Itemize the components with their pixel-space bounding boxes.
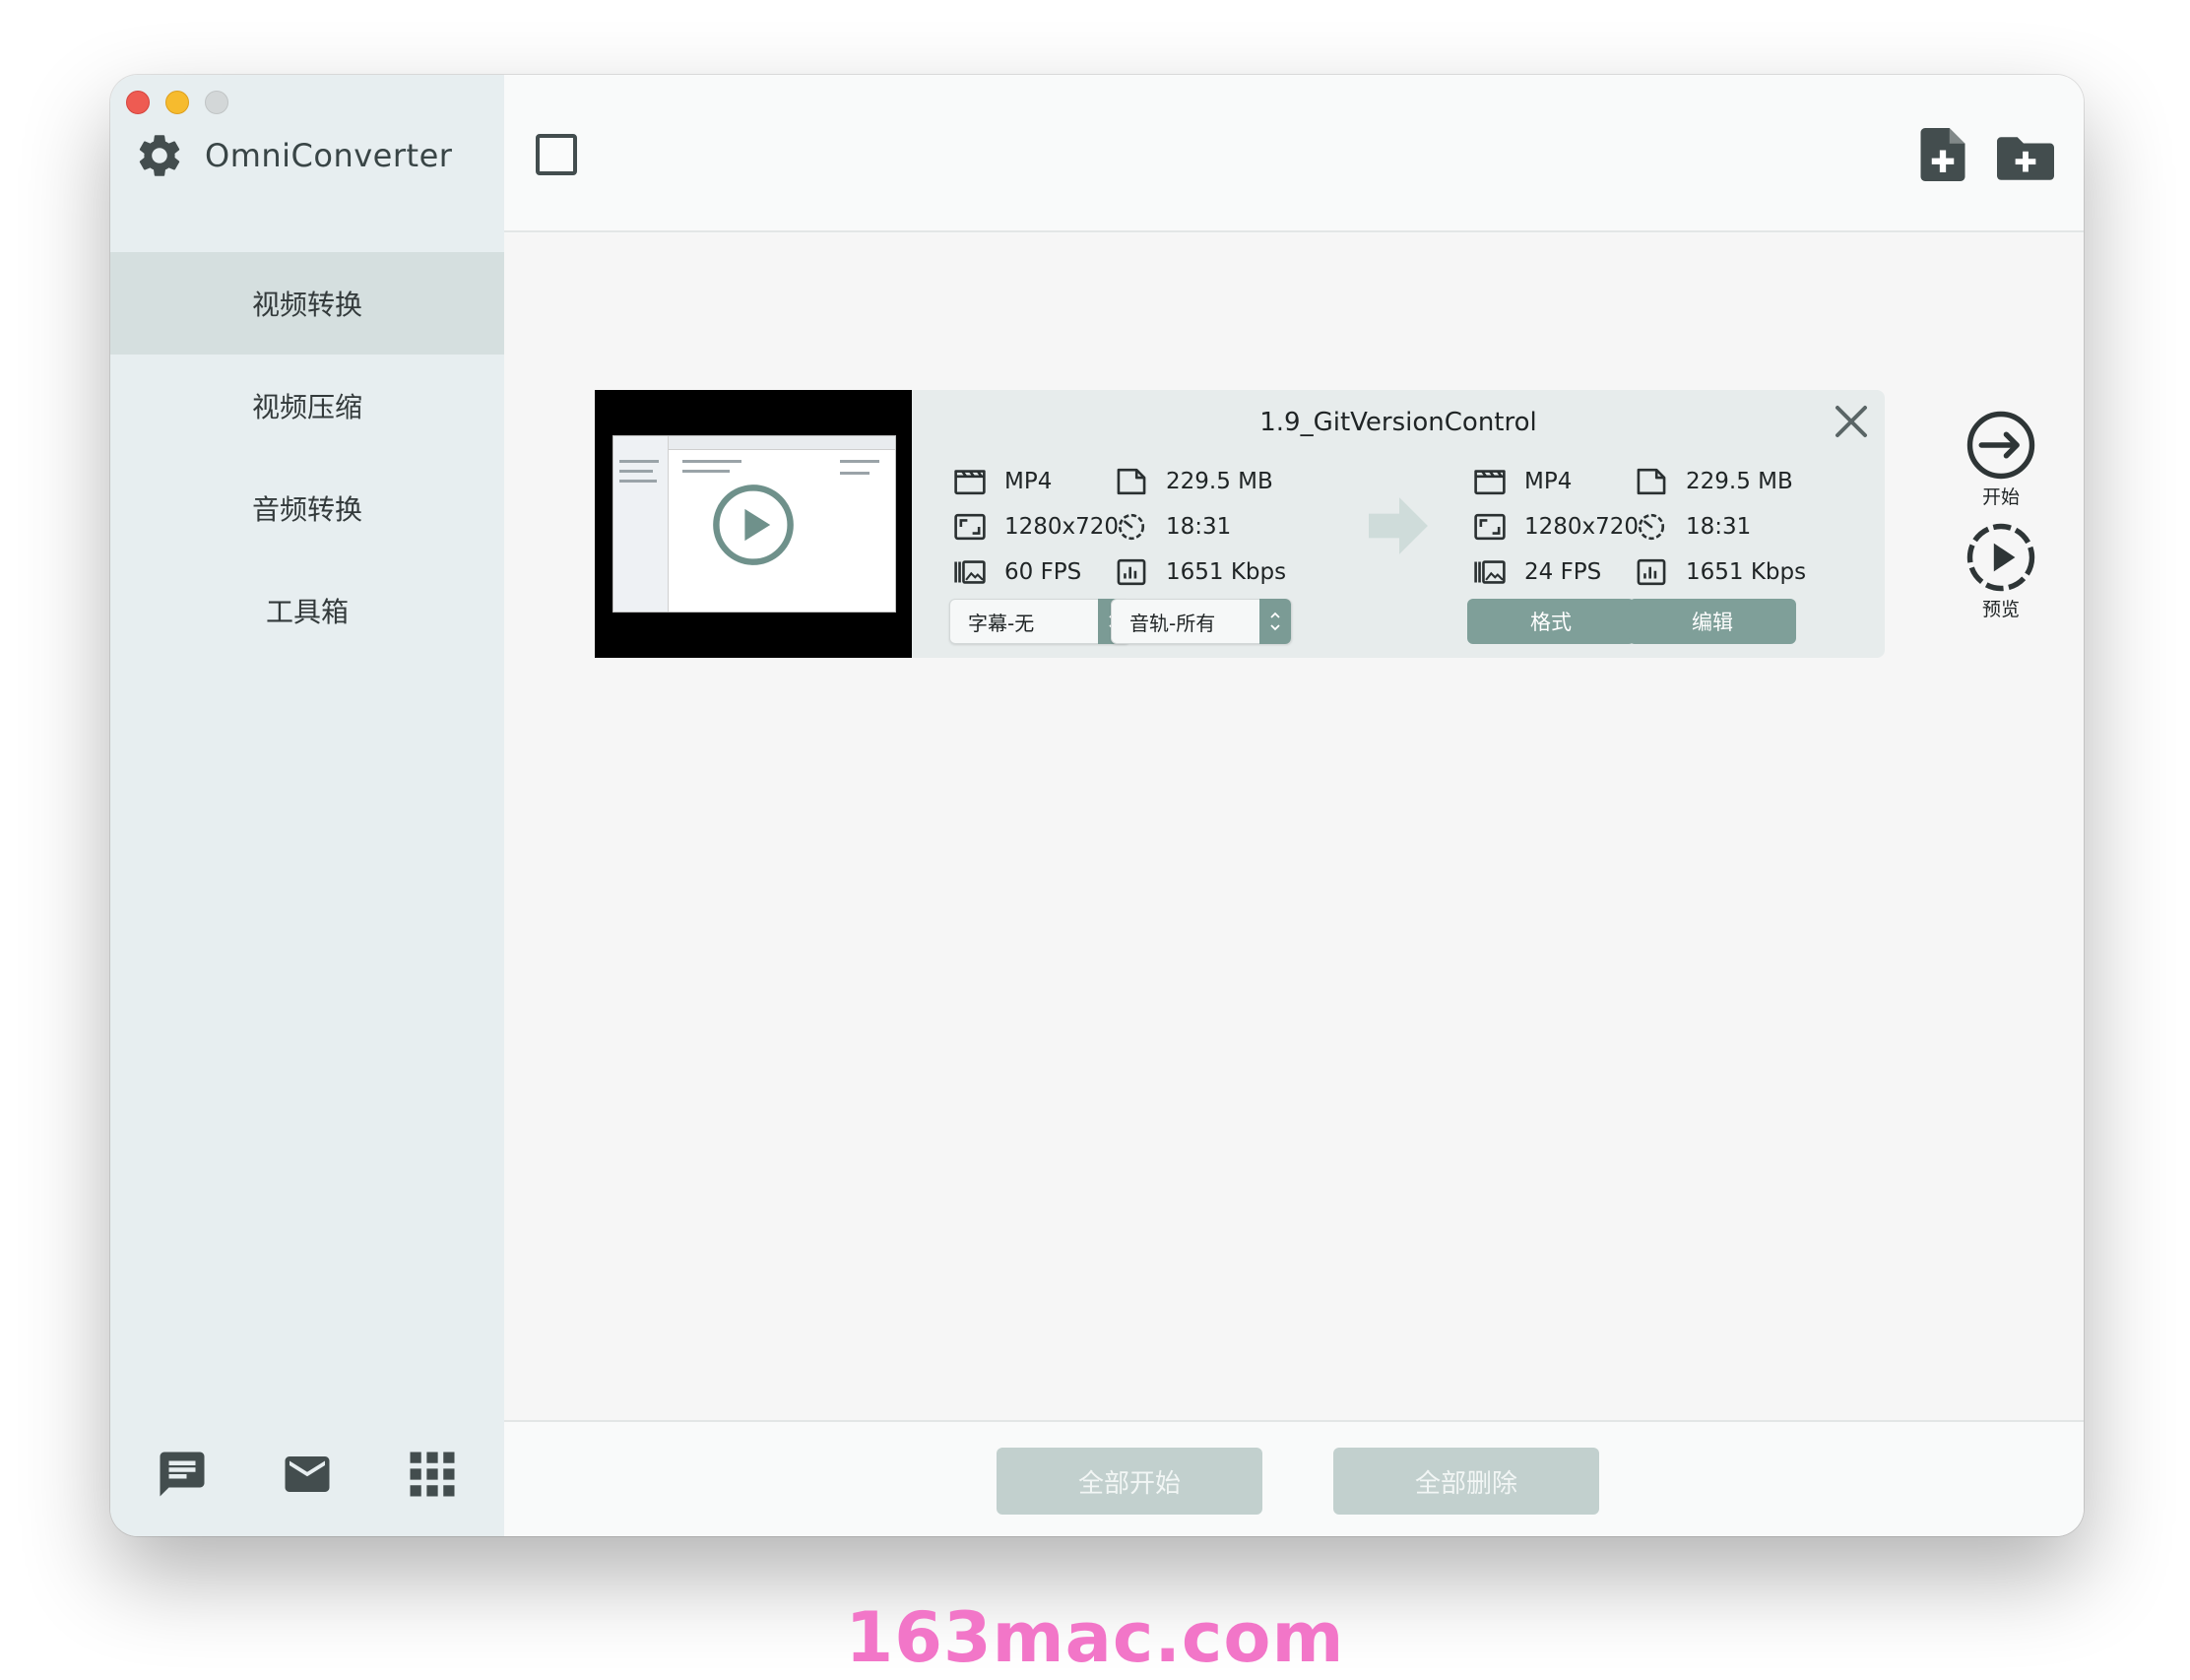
source-size-row: 229.5 MB [1115,459,1286,504]
sidebar-bottom-bar [110,1448,504,1501]
resolution-icon [1474,513,1506,541]
output-resolution-row: 1280x720 [1473,504,1639,549]
mail-icon[interactable] [281,1448,334,1501]
app-window: OmniConverter 视频转换 视频压缩 音频转换 工具箱 1.9_Git… [110,75,2084,1536]
source-size: 229.5 MB [1166,469,1273,494]
source-resolution: 1280x720 [1004,514,1120,540]
app-name: OmniConverter [205,137,453,174]
sidebar-nav: 视频转换 视频压缩 音频转换 工具箱 [110,252,504,662]
start-label: 开始 [1981,486,2020,508]
delete-all-button[interactable]: 全部删除 [1333,1448,1599,1515]
output-info-right: 229.5 MB 18:31 1651 Kbps [1635,459,1806,595]
output-size: 229.5 MB [1686,469,1793,494]
output-format: MP4 [1524,469,1573,494]
close-icon[interactable] [1832,402,1871,441]
sidebar: OmniConverter 视频转换 视频压缩 音频转换 工具箱 [110,75,504,1536]
chevron-updown-icon [1270,612,1280,631]
preview-label: 预览 [1981,599,2020,620]
source-resolution-row: 1280x720 [953,504,1119,549]
frames-icon [1474,560,1506,584]
output-format-row: MP4 [1473,459,1639,504]
add-folder-icon[interactable] [1997,134,2054,181]
grid-icon[interactable] [406,1448,459,1501]
edit-button[interactable]: 编辑 [1629,599,1796,644]
file-size-icon [1637,468,1666,495]
source-fps-row: 60 FPS [953,549,1119,595]
source-duration-row: 18:31 [1115,504,1286,549]
format-button[interactable]: 格式 [1467,599,1635,644]
output-bitrate: 1651 Kbps [1686,559,1807,585]
task-list: 1.9_GitVersionControl MP4 1280x720 60 FP… [504,234,2084,1420]
subtitle-select-value: 字幕-无 [968,611,1035,635]
output-duration-row: 18:31 [1635,504,1806,549]
file-size-icon [1117,468,1146,495]
bitrate-icon [1117,558,1146,586]
toolbar [504,75,2084,232]
bitrate-icon [1637,558,1666,586]
window-controls [126,91,228,114]
watermark-text: 163mac.com [845,1597,1345,1678]
main-panel: 1.9_GitVersionControl MP4 1280x720 60 FP… [504,75,2084,1536]
preview-action[interactable]: 预览 [1962,522,2040,621]
sidebar-item-video-convert[interactable]: 视频转换 [110,252,504,355]
sidebar-item-audio-convert[interactable]: 音频转换 [110,457,504,559]
add-file-icon[interactable] [1920,128,1965,181]
preview-play-icon[interactable] [1965,522,2036,593]
convert-arrow-icon [1369,497,1428,554]
window-minimize-button[interactable] [165,91,189,114]
output-duration: 18:31 [1686,514,1752,540]
source-duration: 18:31 [1166,514,1232,540]
start-action[interactable]: 开始 [1962,410,2040,509]
window-close-button[interactable] [126,91,150,114]
gear-icon[interactable] [134,130,185,181]
subtitle-select[interactable]: 字幕-无 [949,599,1130,644]
audio-stepper-arrows[interactable] [1259,599,1291,644]
source-info-right: 229.5 MB 18:31 1651 Kbps [1115,459,1286,595]
resolution-icon [954,513,986,541]
output-info-left: MP4 1280x720 24 FPS [1473,459,1639,595]
source-format-row: MP4 [953,459,1119,504]
chat-icon[interactable] [156,1448,209,1501]
source-format: MP4 [1004,469,1053,494]
audio-track-select[interactable]: 音轨-所有 [1111,599,1292,644]
frames-icon [954,560,986,584]
play-icon[interactable] [711,483,796,567]
app-brand: OmniConverter [134,130,452,181]
source-fps: 60 FPS [1004,559,1082,585]
source-bitrate-row: 1651 Kbps [1115,549,1286,595]
output-fps-row: 24 FPS [1473,549,1639,595]
select-all-checkbox[interactable] [536,134,577,175]
output-resolution: 1280x720 [1524,514,1640,540]
footer: 全部开始 全部删除 [504,1420,2084,1536]
output-size-row: 229.5 MB [1635,459,1806,504]
output-bitrate-row: 1651 Kbps [1635,549,1806,595]
arrow-right-circle-icon[interactable] [1965,410,2036,481]
file-title: 1.9_GitVersionControl [1259,408,1537,437]
start-all-button[interactable]: 全部开始 [997,1448,1262,1515]
source-bitrate: 1651 Kbps [1166,559,1287,585]
clapperboard-icon [1474,470,1506,495]
task-card: 1.9_GitVersionControl MP4 1280x720 60 FP… [595,390,1885,658]
sidebar-item-video-compress[interactable]: 视频压缩 [110,355,504,457]
output-fps: 24 FPS [1524,559,1602,585]
source-info-left: MP4 1280x720 60 FPS [953,459,1119,595]
timer-icon [1638,513,1665,541]
video-thumbnail[interactable] [595,390,912,658]
clapperboard-icon [954,470,986,495]
audio-track-select-value: 音轨-所有 [1129,611,1216,635]
sidebar-item-toolbox[interactable]: 工具箱 [110,559,504,662]
window-zoom-button[interactable] [205,91,228,114]
timer-icon [1118,513,1145,541]
